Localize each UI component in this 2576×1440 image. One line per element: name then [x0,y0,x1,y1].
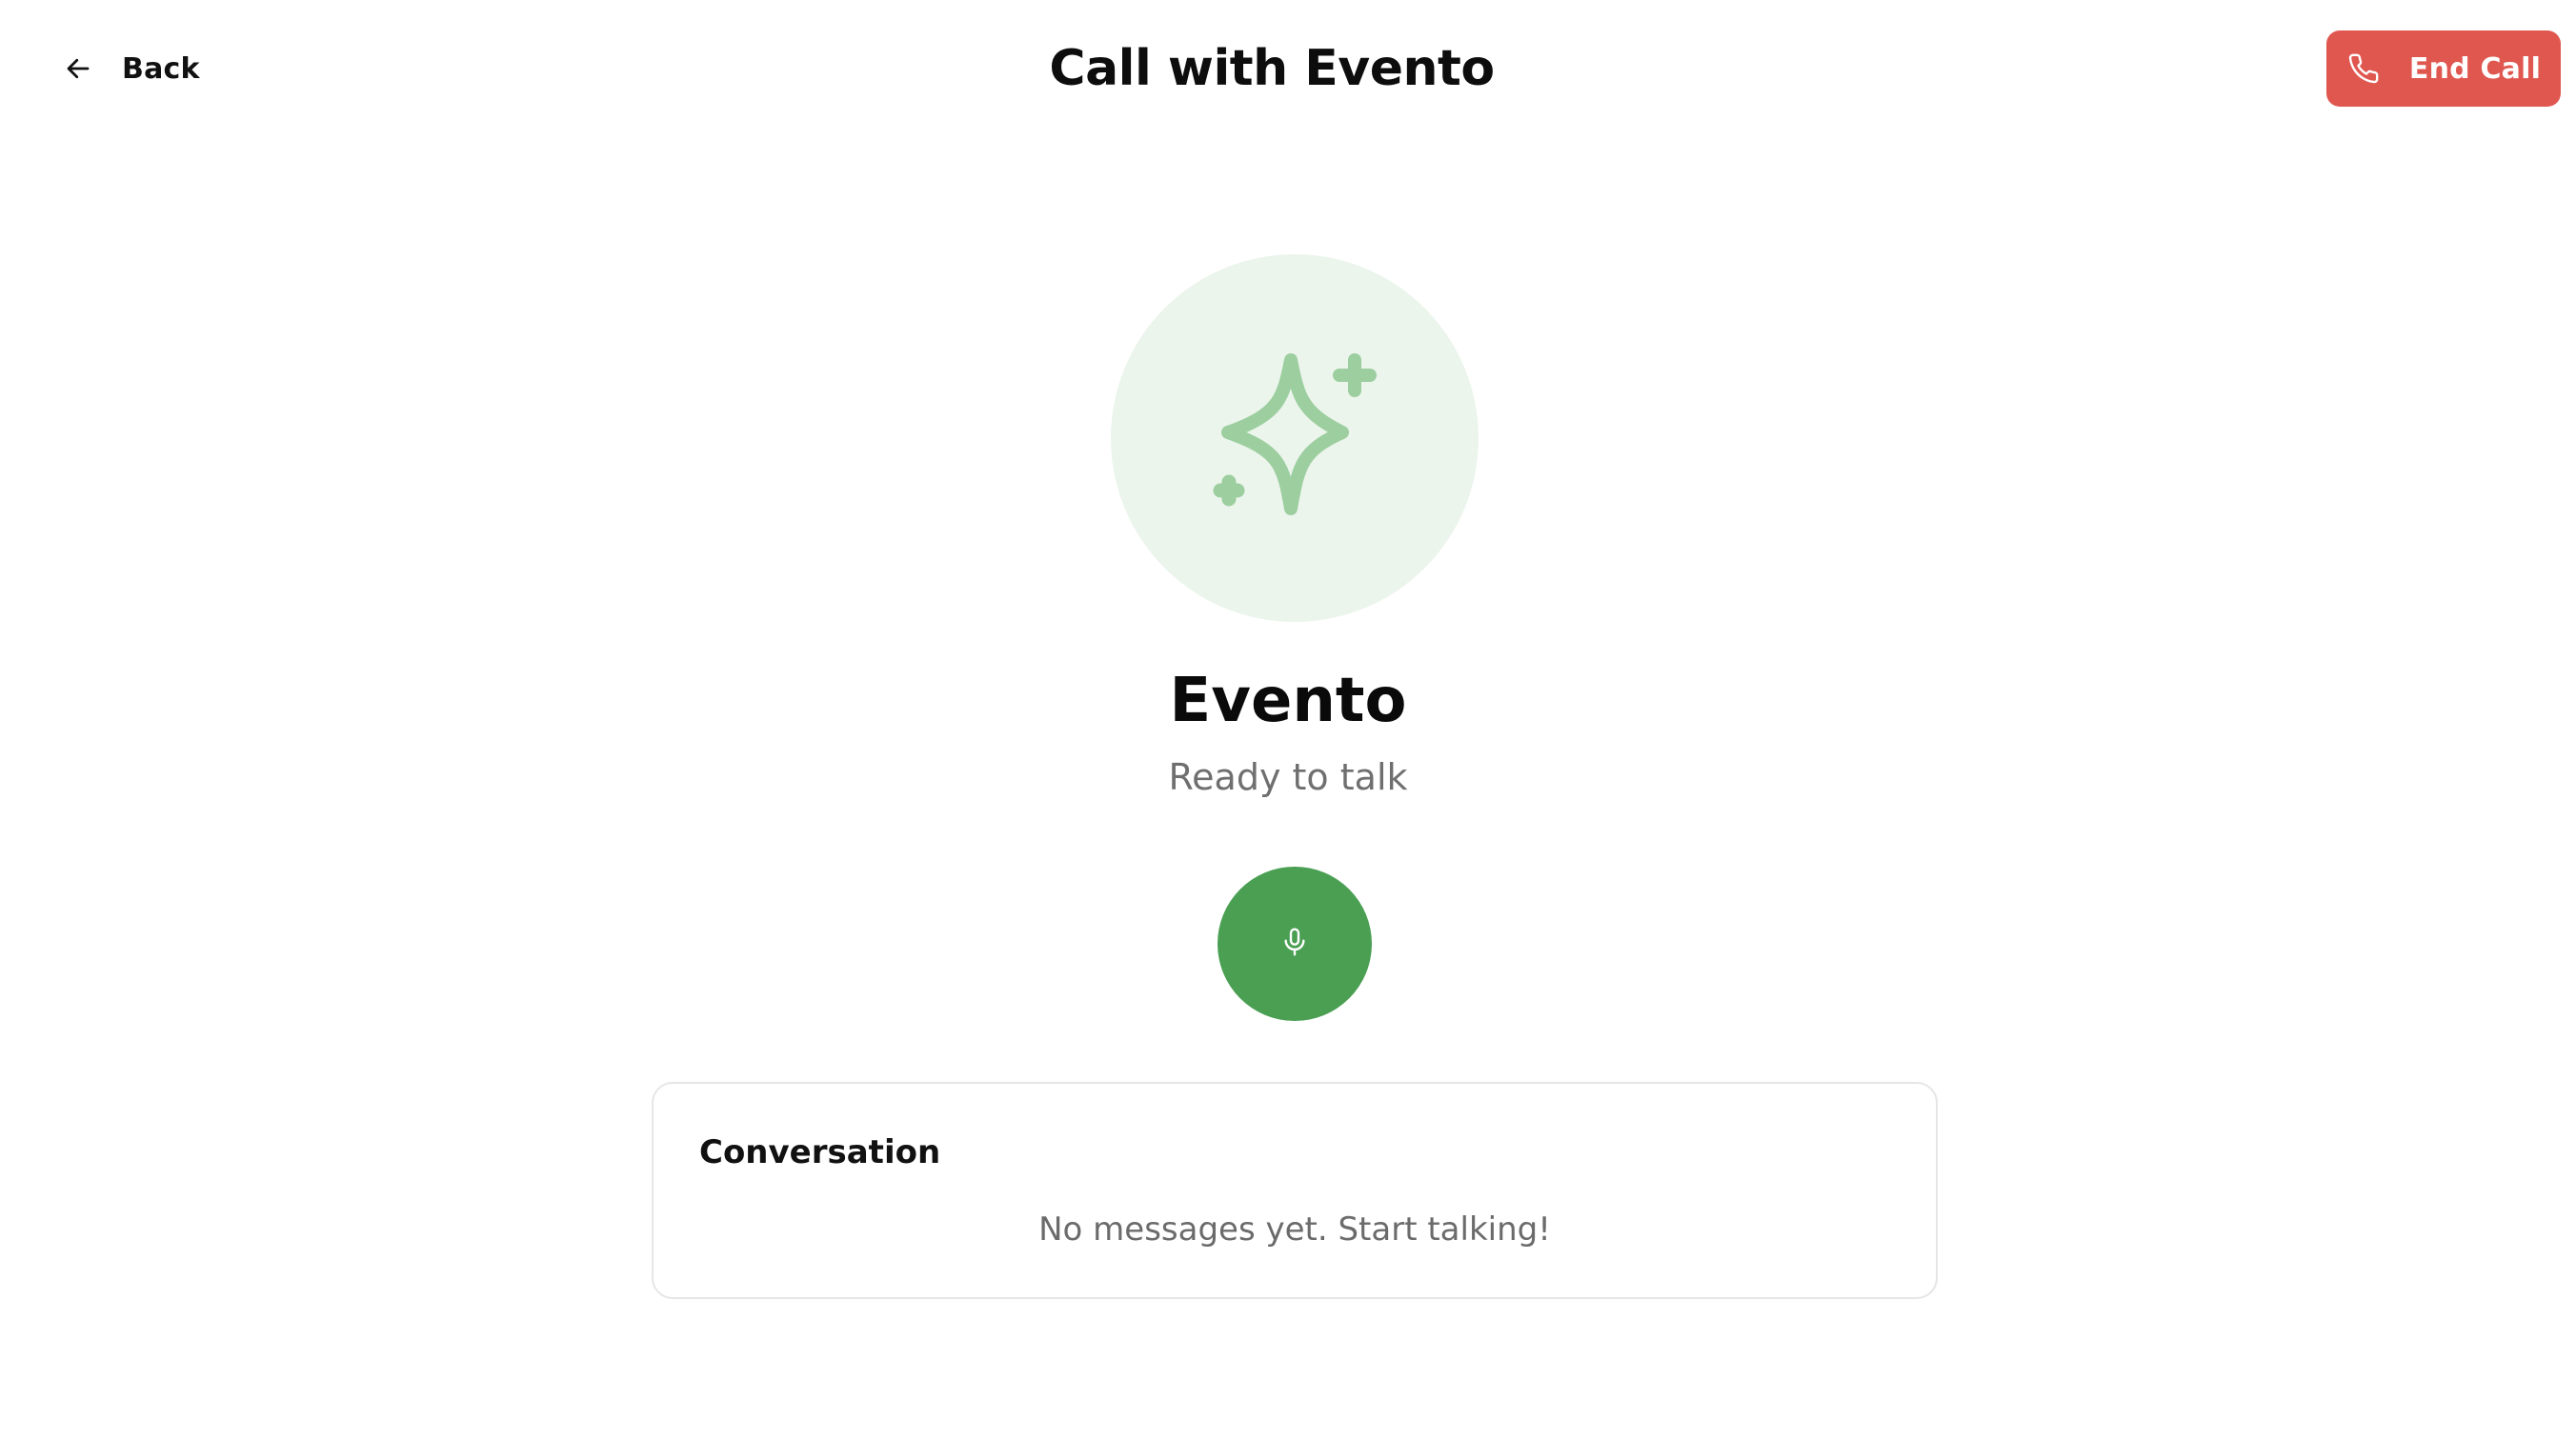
end-call-label: End Call [2408,51,2542,86]
page-title-text: Call with Evento [1049,40,1495,97]
conversation-panel: Conversation No messages yet. Start talk… [652,1082,1938,1299]
agent-avatar [1111,254,1479,622]
agent-status: Ready to talk [1168,756,1408,798]
sparkles-icon [1199,341,1390,535]
page-title: Call with Evento [0,34,2576,103]
phone-icon [2346,51,2381,86]
microphone-icon [1279,927,1310,961]
end-call-button[interactable]: End Call [2326,30,2561,107]
agent-name: Evento [1169,666,1407,736]
conversation-title: Conversation [699,1133,941,1171]
conversation-empty-message: No messages yet. Start talking! [1038,1210,1551,1249]
microphone-button[interactable] [1218,867,1372,1021]
header: Back Call with Evento End Call [0,0,2576,137]
